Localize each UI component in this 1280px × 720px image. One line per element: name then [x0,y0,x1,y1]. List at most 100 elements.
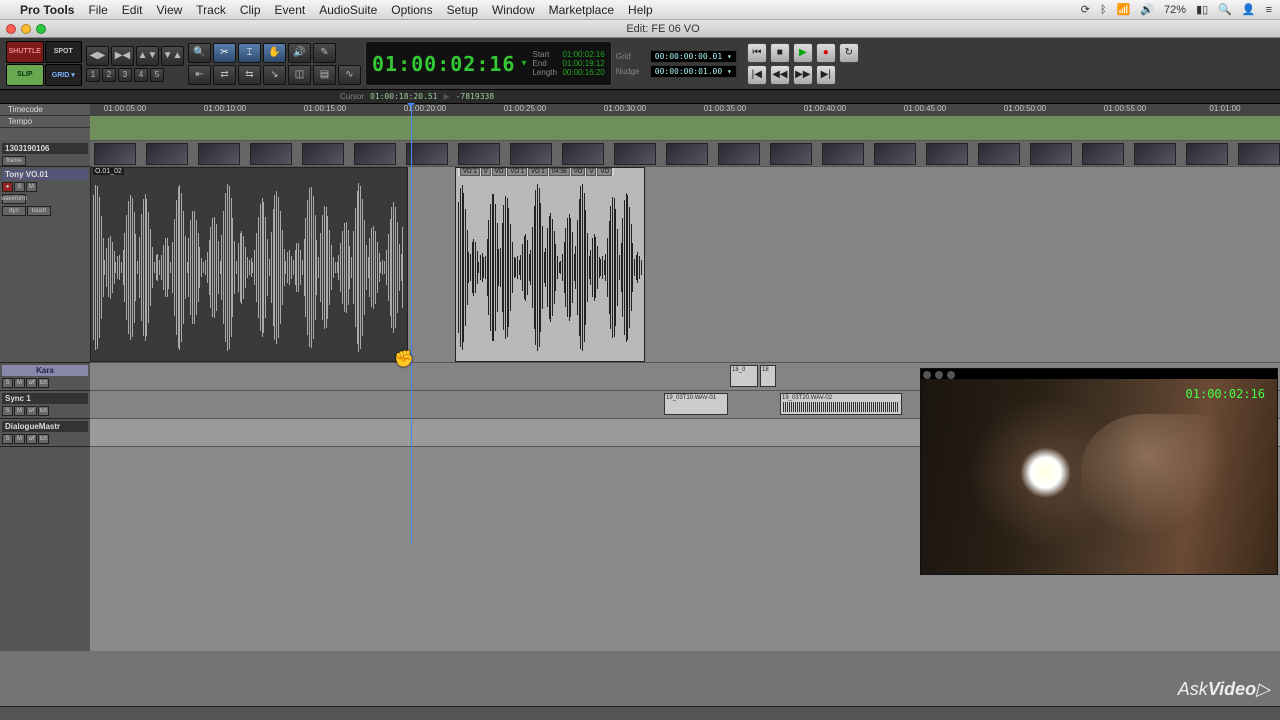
video-window[interactable]: 01:00:02:16 [920,368,1278,575]
sync-clip-1[interactable]: 19_03T10.WAV-01 [664,393,728,415]
video-thumbnail[interactable] [718,143,760,165]
menu-icon[interactable]: ≡ [1266,4,1272,16]
video-thumbnail[interactable] [302,143,344,165]
vo-rec-enable[interactable]: ● [2,182,13,192]
zoomer-tool[interactable]: 🔍 [188,43,211,63]
zoom-window-button[interactable] [36,24,46,34]
selector-tool[interactable]: ⌶ [238,43,261,63]
spotlight-icon[interactable]: 🔍 [1218,3,1232,16]
ffwd-button[interactable]: ▶▶ [793,65,813,85]
track-name-kara[interactable]: Kara [2,365,88,376]
user-icon[interactable]: 👤 [1242,3,1256,16]
rtz-button[interactable]: ⏮ [747,43,767,63]
menu-edit[interactable]: Edit [122,3,143,17]
grid-value[interactable]: 00:00:00:00.01 ▾ [650,50,737,63]
dlg-solo[interactable]: S [2,434,13,444]
vo-mute[interactable]: M [26,182,37,192]
track-name-dialogue[interactable]: DialogueMastr [2,421,88,432]
track-name-video[interactable]: 1303190106 [2,143,88,154]
mode-shuttle[interactable]: SHUTTLE [6,41,44,63]
record-button[interactable]: ● [816,43,836,63]
video-thumbnail[interactable] [458,143,500,165]
menu-clip[interactable]: Clip [240,3,261,17]
menu-event[interactable]: Event [275,3,306,17]
vo-touch[interactable]: touch [27,206,51,216]
kara-wf[interactable]: wf [26,378,37,388]
scrubber-tool[interactable]: 🔊 [288,43,311,63]
main-timecode[interactable]: 01:00:02:16 [372,52,515,76]
video-thumbnail[interactable] [354,143,396,165]
insertion-follows[interactable]: ↘ [263,65,286,85]
mode-slip[interactable]: SLIP [6,64,44,87]
loop-button[interactable]: ↻ [839,43,859,63]
track-name-sync[interactable]: Sync 1 [2,393,88,404]
sync-wf[interactable]: wf [26,406,37,416]
timecode-ruler[interactable]: 01:00:05:0001:00:10:0001:00:15:0001:00:2… [90,104,1280,116]
vo-clip-2[interactable]: VO 1VVOVO 1VO 104:36VOVVO [455,167,645,362]
mode-grid[interactable]: GRID ▾ [45,64,83,87]
menu-options[interactable]: Options [391,3,432,17]
link-edit[interactable]: ⇆ [238,65,261,85]
sync-solo[interactable]: S [2,406,13,416]
zoom-preset-2[interactable]: 2 [102,68,116,82]
video-zoom[interactable] [947,371,955,379]
dlg-mute[interactable]: M [14,434,25,444]
counter-dropdown-icon[interactable]: ▾ [521,58,526,69]
zoom-in-v-button[interactable]: ▼▲ [161,46,184,66]
menu-help[interactable]: Help [628,3,653,17]
sync-mute[interactable]: M [14,406,25,416]
menu-app[interactable]: Pro Tools [20,3,74,17]
play-button[interactable]: ▶ [793,43,813,63]
track-head-sync[interactable]: Sync 1 SMwftch [0,391,90,419]
sel-end[interactable]: 01:00:19:12 [562,59,604,68]
menu-marketplace[interactable]: Marketplace [549,3,614,17]
grabber-tool[interactable]: ✋ [263,43,286,63]
close-window-button[interactable] [6,24,16,34]
trim-tool[interactable]: ✂ [213,43,236,63]
minimize-window-button[interactable] [21,24,31,34]
zoom-in-h-button[interactable]: ▶◀ [111,46,134,66]
video-thumbnail[interactable] [562,143,604,165]
dlg-tch[interactable]: tch [38,434,49,444]
zoom-preset-1[interactable]: 1 [86,68,100,82]
kara-clip-1[interactable]: 18_0 [730,365,758,387]
video-lane[interactable] [90,141,1280,167]
video-thumbnail[interactable] [1082,143,1124,165]
video-thumbnail[interactable] [1186,143,1228,165]
video-thumbnail[interactable] [874,143,916,165]
vo-dyn[interactable]: dyn [2,206,26,216]
kara-mute[interactable]: M [14,378,25,388]
video-thumbnail[interactable] [614,143,656,165]
video-thumbnail[interactable] [510,143,552,165]
kara-solo[interactable]: S [2,378,13,388]
video-thumbnail[interactable] [770,143,812,165]
video-thumbnail[interactable] [94,143,136,165]
mirrored-edit[interactable]: ◫ [288,65,311,85]
ruler-timecode-label[interactable]: Timecode [0,104,90,116]
sync-clip-2[interactable]: 19_03T20.WAV-02 [780,393,902,415]
zoom-preset-5[interactable]: 5 [150,68,164,82]
vo-view[interactable]: waveform [2,194,26,204]
menu-view[interactable]: View [156,3,182,17]
video-thumbnail[interactable] [978,143,1020,165]
video-thumbnail[interactable] [146,143,188,165]
dlg-wf[interactable]: wf [26,434,37,444]
sync-tch[interactable]: tch [38,406,49,416]
video-thumbnail[interactable] [926,143,968,165]
nudge-value[interactable]: 00:00:00:01.00 ▾ [650,65,737,78]
video-thumbnail[interactable] [1238,143,1280,165]
menu-setup[interactable]: Setup [447,3,478,17]
sel-start[interactable]: 01:00:02:16 [562,50,604,59]
video-min[interactable] [935,371,943,379]
video-thumbnail[interactable] [250,143,292,165]
pencil-tool[interactable]: ✎ [313,43,336,63]
link-timeline[interactable]: ⇄ [213,65,236,85]
video-thumbnail[interactable] [822,143,864,165]
video-thumbnail[interactable] [666,143,708,165]
automation-follows[interactable]: ∿ [338,65,361,85]
zoom-out-v-button[interactable]: ▲▼ [136,46,159,66]
video-thumbnail[interactable] [198,143,240,165]
zoom-out-h-button[interactable]: ◀▶ [86,46,109,66]
video-thumbnail[interactable] [1030,143,1072,165]
video-thumbnail[interactable] [1134,143,1176,165]
